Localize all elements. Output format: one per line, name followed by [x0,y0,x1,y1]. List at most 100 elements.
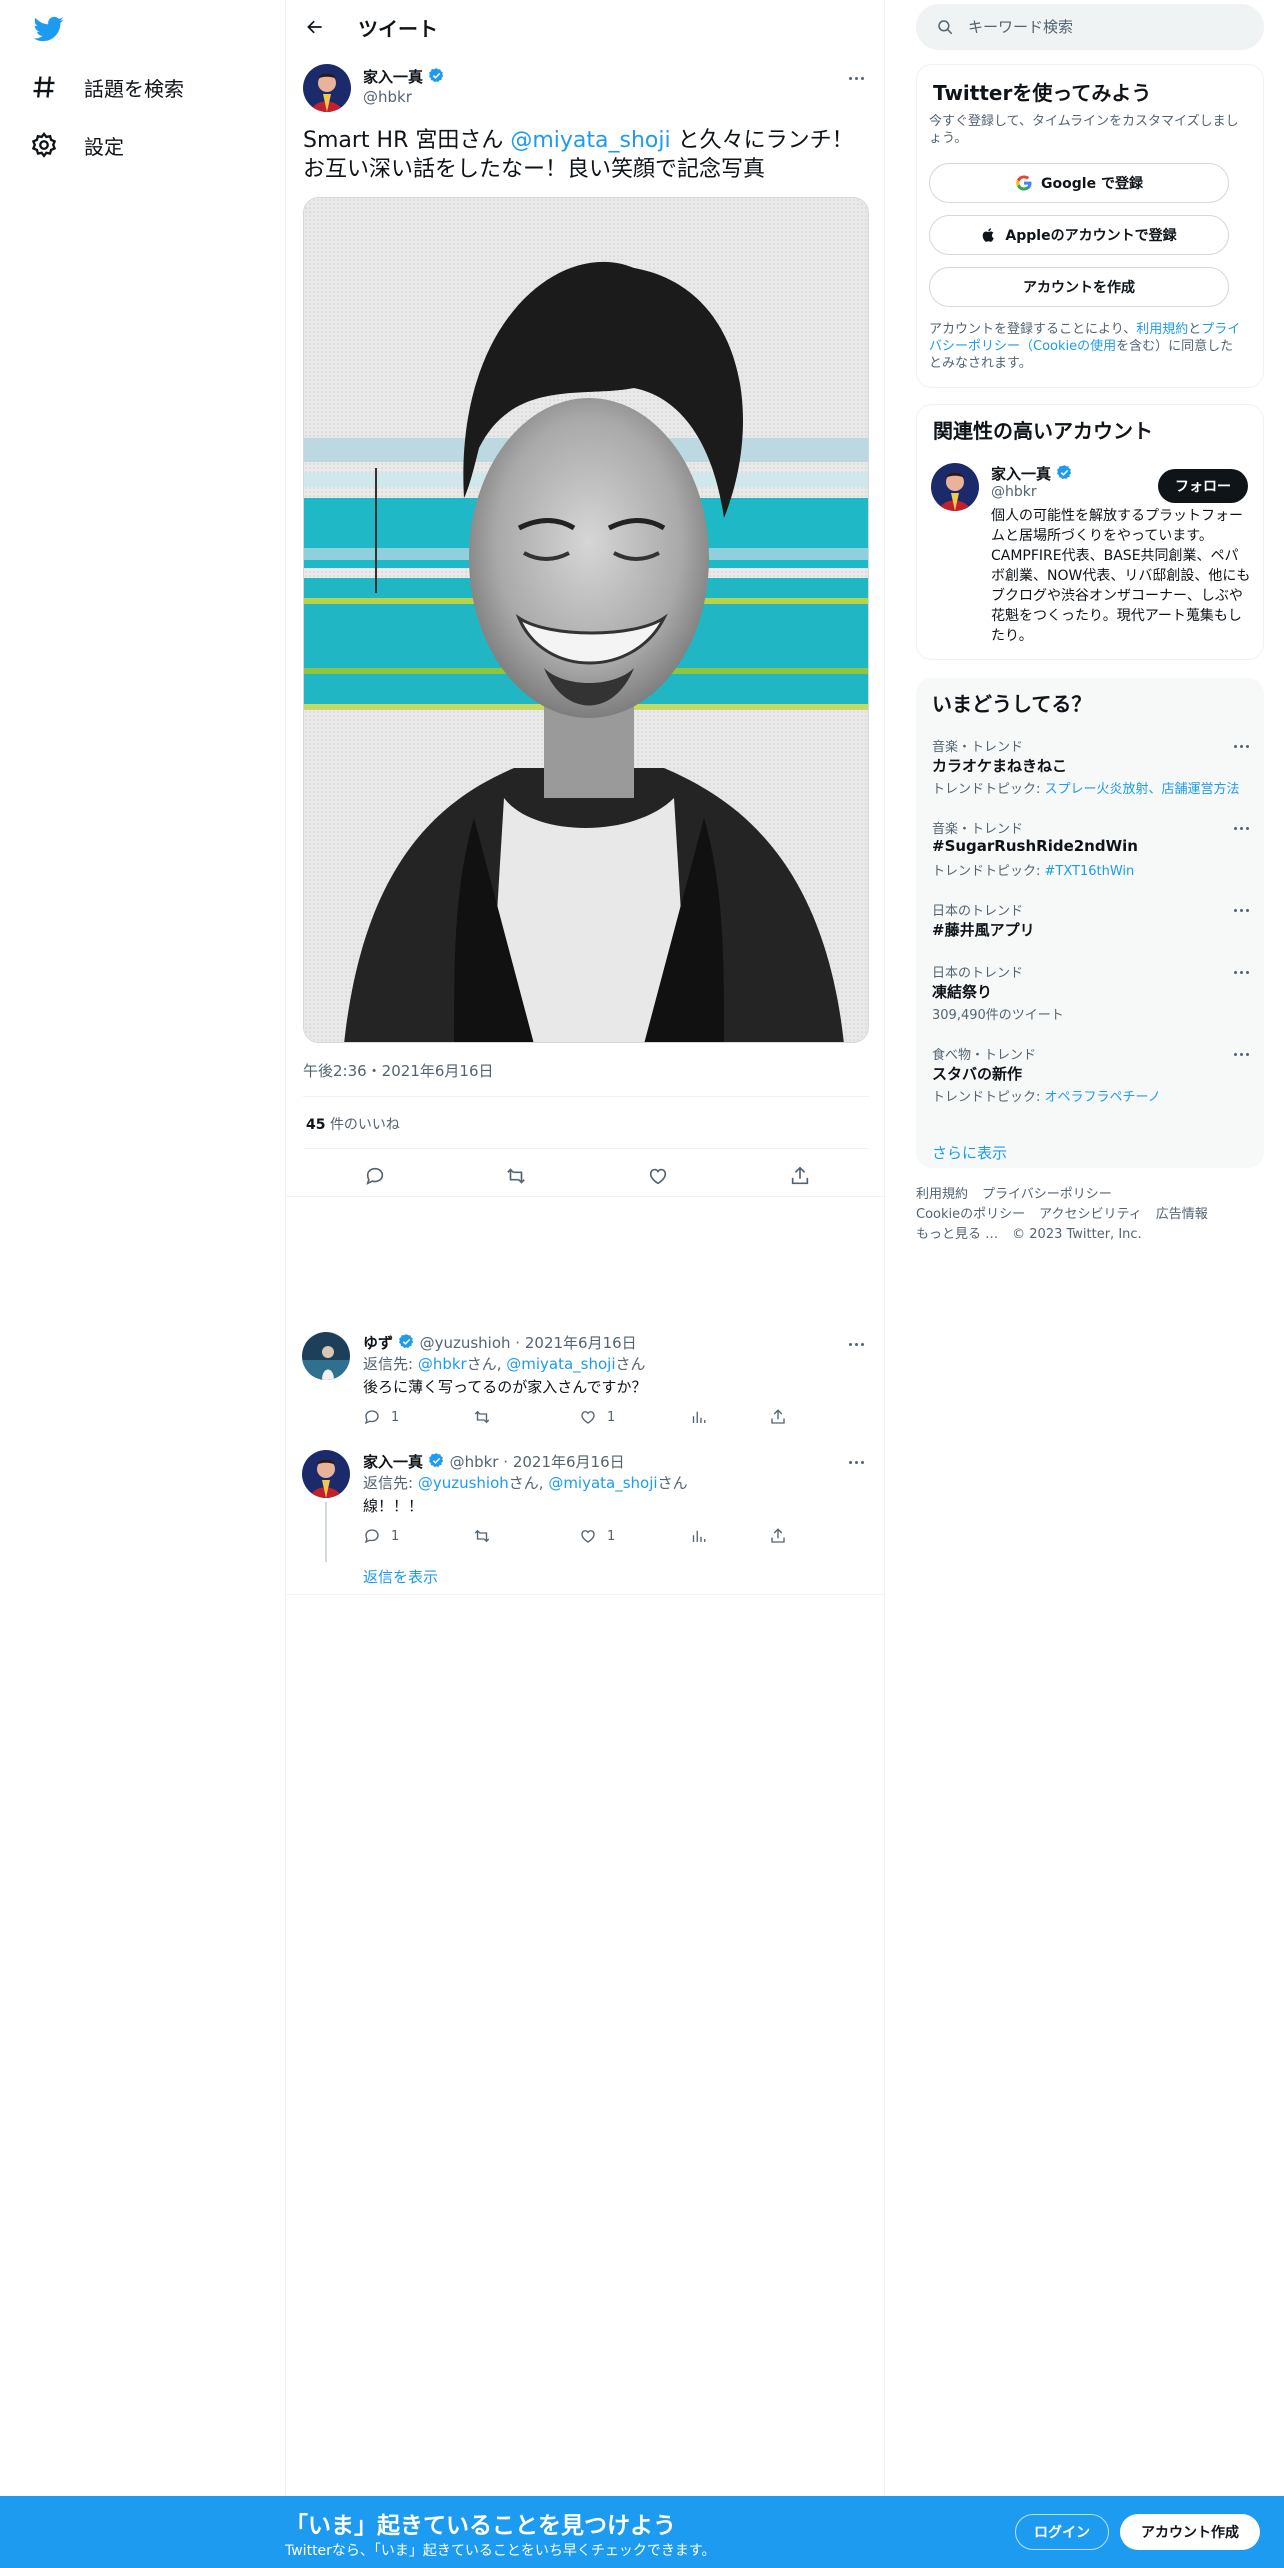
reply-author-handle[interactable]: @hbkr [450,1453,499,1471]
author-handle[interactable]: @hbkr [363,88,412,106]
reply-to-prefix: 返信先: [363,1355,418,1373]
reply-date[interactable]: 2021年6月16日 [525,1334,637,1352]
related-accounts-card: 関連性の高いアカウント 家入一真 @hbkr フォロー 個人の可能性を解放するプ… [916,404,1264,660]
mention-link[interactable]: @miyata_shoji [506,1355,615,1373]
like-count: 1 [607,1528,616,1544]
tweet-timestamp[interactable]: 午後2:36・2021年6月16日 [303,1060,494,1081]
reply-tweet[interactable]: ゆず @yuzushioh · 2021年6月16日 返信先: @hbkrさん,… [286,1320,886,1438]
more-options-icon[interactable] [1226,1044,1256,1064]
tweet-photo[interactable] [303,197,869,1043]
more-options-icon[interactable] [1226,736,1256,756]
more-options-icon[interactable] [1226,818,1256,838]
more-options-icon[interactable] [841,1334,871,1354]
reply-date[interactable]: 2021年6月16日 [513,1453,625,1471]
reply-tweet[interactable]: 家入一真 @hbkr · 2021年6月16日 返信先: @yuzushiohさ… [286,1440,886,1558]
create-account-button[interactable]: アカウントを作成 [929,267,1229,307]
mention-link[interactable]: @hbkr [418,1355,467,1373]
divider [303,1096,869,1097]
reply-button[interactable] [358,1159,392,1193]
reply-to-line: 返信先: @hbkrさん, @miyata_shojiさん [363,1353,646,1374]
trend-item[interactable]: 音楽・トレンド カラオケまねきねこ トレンドトピック: スプレー火炎放射、店舗運… [916,736,1264,806]
google-signup-label: Google で登録 [1041,176,1143,192]
author-name[interactable]: 家入一真 [363,66,445,87]
reply-count: 1 [391,1409,400,1425]
mention-link[interactable]: @miyata_shoji [510,128,670,153]
signup-card: Twitterを使ってみよう 今すぐ登録して、タイムラインをカスタマイズしましょ… [916,64,1264,388]
reply-button[interactable]: 1 [363,1408,399,1426]
more-options-icon[interactable] [841,68,871,88]
mention-link[interactable]: @miyata_shoji [548,1474,657,1492]
trend-topic-link[interactable]: スプレー火炎放射、店舗運営方法 [1045,782,1240,797]
related-account-name[interactable]: 家入一真 [991,463,1073,484]
share-button[interactable] [783,1159,817,1193]
back-button[interactable] [298,10,332,44]
trend-subtitle: トレンドトピック: オペラフラペチーノ [932,1086,1161,1105]
analytics-button[interactable] [689,1527,707,1545]
trend-item[interactable]: 日本のトレンド 凍結祭り 309,490件のツイート [916,962,1264,1032]
search-icon [938,20,953,35]
trend-item[interactable]: 音楽・トレンド #SugarRushRide2ndWin トレンドトピック: #… [916,818,1264,888]
footer-link-terms[interactable]: 利用規約 [916,1187,968,1202]
footer-more-link[interactable]: もっと見る … [916,1227,998,1242]
avatar[interactable] [303,64,351,112]
reply-author-name[interactable]: ゆず [363,1334,393,1352]
footer-link-ads[interactable]: 広告情報 [1156,1207,1208,1222]
signup-card-title: Twitterを使ってみよう [933,81,1152,105]
follow-button[interactable]: フォロー [1158,469,1248,503]
page-header: ツイート [286,0,886,53]
analytics-button[interactable] [689,1408,707,1426]
signup-button[interactable]: アカウント作成 [1120,2514,1260,2550]
retweet-button[interactable] [473,1408,491,1426]
search-input[interactable] [968,18,1248,36]
retweet-button[interactable] [499,1159,533,1193]
trend-sub-prefix: トレンドトピック: [932,1090,1045,1105]
login-button[interactable]: ログイン [1015,2514,1109,2550]
trend-topic-link[interactable]: #TXT16thWin [1045,864,1135,879]
reply-text: 後ろに薄く写ってるのが家入さんですか？ [363,1378,647,1396]
related-account-handle[interactable]: @hbkr [991,484,1037,500]
bottom-bar-subtitle: Twitterなら、「いま」起きていることをいち早くチェックできます。 [285,2543,716,2559]
trend-item[interactable]: 日本のトレンド #藤井風アプリ [916,900,1264,950]
show-replies-link[interactable]: 返信を表示 [363,1566,438,1587]
like-button[interactable] [641,1159,675,1193]
nav-item-explore[interactable]: 話題を検索 [30,63,184,111]
footer-link-privacy[interactable]: プライバシーポリシー [982,1187,1112,1202]
like-button[interactable]: 1 [579,1408,615,1426]
retweet-icon [507,1168,525,1184]
share-button[interactable] [769,1408,787,1426]
share-button[interactable] [769,1527,787,1545]
twitter-logo-icon[interactable] [32,14,66,44]
trend-topic-link[interactable]: オペラフラペチーノ [1045,1090,1161,1105]
footer-copyright: © 2023 Twitter, Inc. [1012,1227,1142,1242]
retweet-icon [474,1410,490,1424]
likes-count[interactable]: 45 件のいいね [306,1114,400,1134]
footer-link-accessibility[interactable]: アクセシビリティ [1039,1207,1142,1222]
reply-to-suffix: さん, [466,1355,507,1373]
google-signup-button[interactable]: Google で登録 [929,163,1229,203]
more-options-icon[interactable] [1226,962,1256,982]
share-icon [791,1166,809,1185]
apple-signup-button[interactable]: Appleのアカウントで登録 [929,215,1229,255]
trend-item[interactable]: 食べ物・トレンド スタバの新作 トレンドトピック: オペラフラペチーノ [916,1044,1264,1114]
avatar[interactable] [302,1450,350,1498]
more-options-icon[interactable] [1226,900,1256,920]
signup-card-subtitle: 今すぐ登録して、タイムラインをカスタマイズしましょう。 [929,114,1239,146]
footer-link-cookie[interactable]: Cookieのポリシー [916,1207,1025,1222]
more-options-icon[interactable] [841,1452,871,1472]
reply-author-name[interactable]: 家入一真 [363,1453,423,1471]
avatar[interactable] [302,1332,350,1380]
trends-card: いまどうしてる？ 音楽・トレンド カラオケまねきねこ トレンドトピック: スプレ… [916,678,1264,1168]
like-button[interactable]: 1 [579,1527,615,1545]
trend-name: #藤井風アプリ [932,921,1035,939]
verified-badge-icon [429,68,444,83]
search-box[interactable] [916,4,1264,50]
nav-item-settings[interactable]: 設定 [30,121,124,169]
show-more-trends-link[interactable]: さらに表示 [932,1142,1007,1163]
retweet-button[interactable] [473,1527,491,1545]
mention-link[interactable]: @yuzushioh [418,1474,509,1492]
reply-author-handle[interactable]: @yuzushioh [420,1334,511,1352]
terms-link[interactable]: 利用規約 [1136,322,1188,337]
reply-icon [364,1529,379,1544]
avatar[interactable] [931,463,979,511]
reply-button[interactable]: 1 [363,1527,399,1545]
